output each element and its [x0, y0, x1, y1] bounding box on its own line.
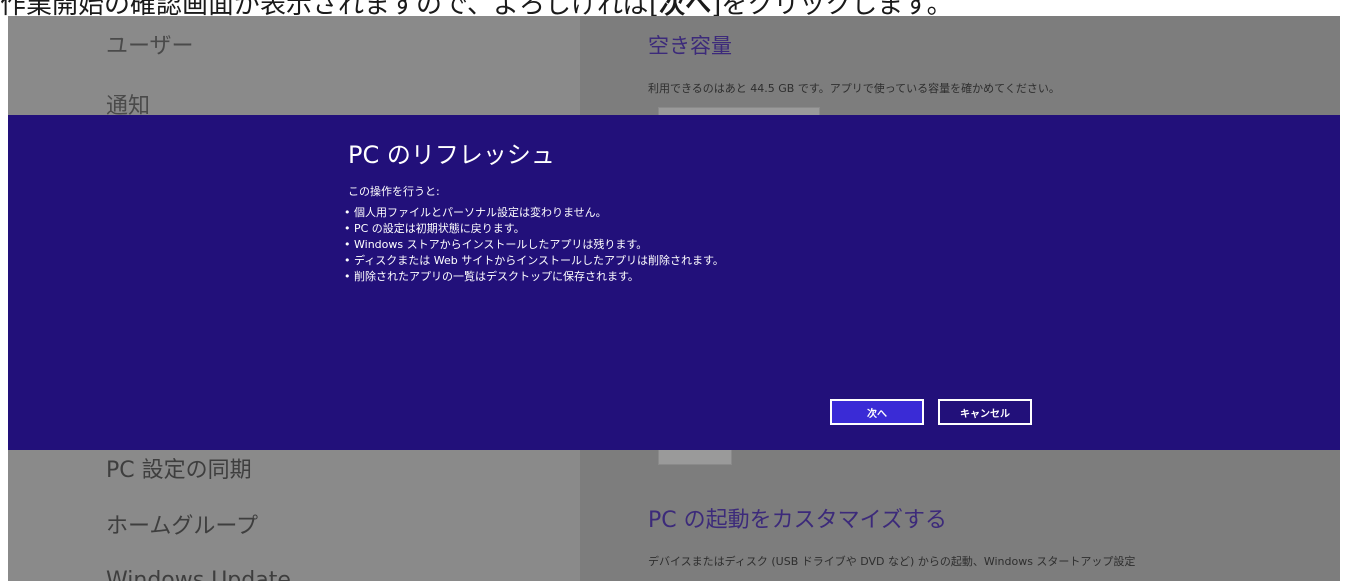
list-item: 個人用ファイルとパーソナル設定は変わりません。: [344, 205, 724, 221]
list-item: ディスクまたは Web サイトからインストールしたアプリは削除されます。: [344, 253, 724, 269]
list-item: Windows ストアからインストールしたアプリは残ります。: [344, 237, 724, 253]
nav-item-users[interactable]: ユーザー: [106, 28, 194, 60]
free-space-text: 利用できるのはあと 44.5 GB です。アプリで使っている容量を確かめてくださ…: [648, 82, 1060, 95]
list-item: PC の設定は初期状態に戻ります。: [344, 221, 724, 237]
dialog-effects-list: 個人用ファイルとパーソナル設定は変わりません。 PC の設定は初期状態に戻ります…: [344, 205, 724, 285]
startup-section-title: PC の起動をカスタマイズする: [648, 508, 947, 533]
list-item: 削除されたアプリの一覧はデスクトップに保存されます。: [344, 269, 724, 285]
free-space-title: 空き容量: [648, 34, 732, 58]
windows-settings-screen: ユーザー 通知 PC 設定の同期 ホームグループ Windows Update …: [8, 16, 1340, 581]
nav-item-windows-update[interactable]: Windows Update: [106, 568, 291, 581]
nav-item-homegroup[interactable]: ホームグループ: [106, 508, 258, 540]
next-button[interactable]: 次へ: [830, 399, 924, 425]
nav-item-pc-sync[interactable]: PC 設定の同期: [106, 452, 252, 484]
refresh-pc-dialog: PC のリフレッシュ この操作を行うと: 個人用ファイルとパーソナル設定は変わり…: [8, 115, 1340, 450]
startup-section-text: デバイスまたはディスク (USB ドライブや DVD など) からの起動、Win…: [648, 555, 1136, 568]
cancel-button[interactable]: キャンセル: [938, 399, 1032, 425]
dialog-intro: この操作を行うと:: [348, 185, 440, 198]
dialog-title: PC のリフレッシュ: [348, 141, 555, 169]
